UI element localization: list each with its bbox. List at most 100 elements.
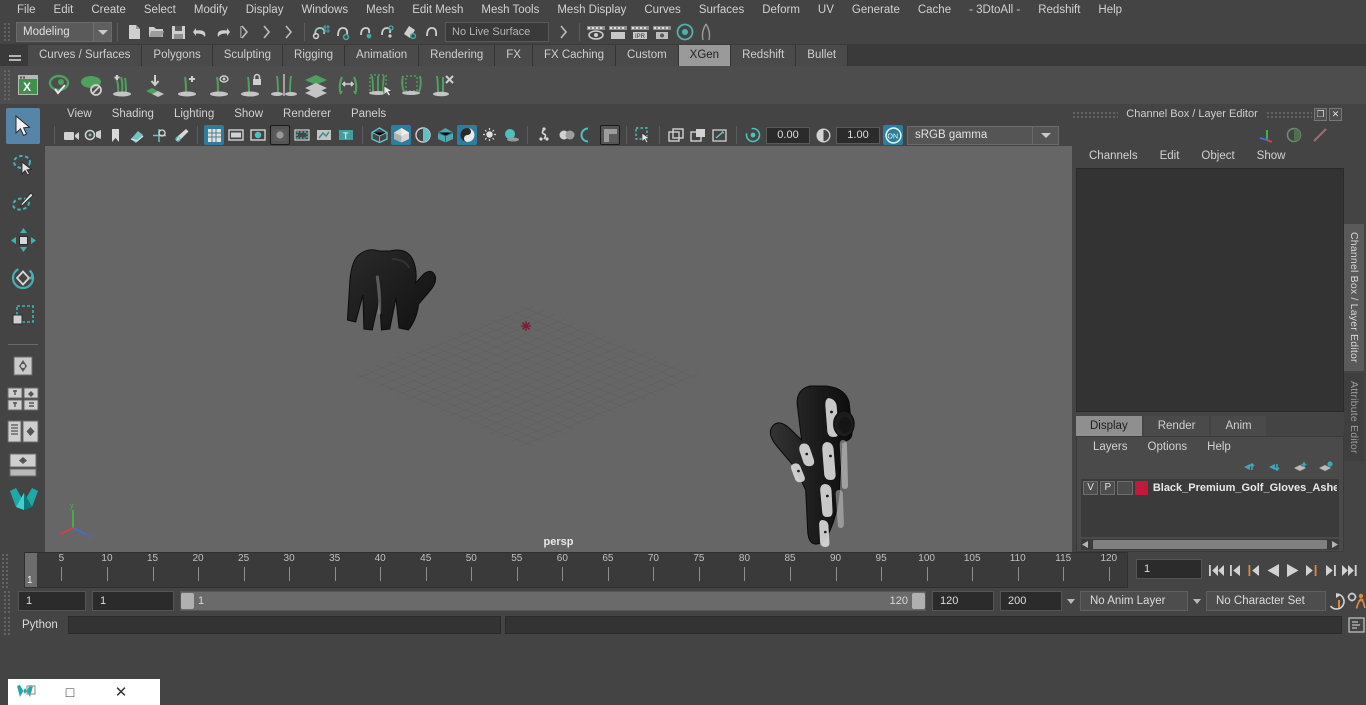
auto-keyframe-toggle-icon[interactable] xyxy=(1326,591,1346,611)
film-gate-icon[interactable] xyxy=(226,125,246,145)
shelf-tab-bullet[interactable]: Bullet xyxy=(796,45,849,66)
mirror-guide-icon[interactable] xyxy=(268,68,300,102)
layer-name-label[interactable]: Black_Premium_Golf_Gloves_Asher_00 xyxy=(1153,482,1337,494)
snap-to-view-plane-icon[interactable] xyxy=(399,22,419,42)
menu-windows[interactable]: Windows xyxy=(292,0,357,20)
snap-grid-toggle-button[interactable] xyxy=(6,351,40,381)
viewport-menu-show[interactable]: Show xyxy=(224,108,273,120)
shading-sphere-icon[interactable] xyxy=(1286,127,1302,143)
isolate-select-icon[interactable] xyxy=(633,125,653,145)
character-set-selector[interactable]: No Character Set xyxy=(1206,591,1326,611)
scale-tool-button[interactable] xyxy=(6,298,40,334)
snap-to-projected-center-icon[interactable] xyxy=(377,22,397,42)
viewport-menu-renderer[interactable]: Renderer xyxy=(273,108,341,120)
edit-menu[interactable]: Edit xyxy=(1149,150,1191,162)
command-output-field[interactable] xyxy=(505,616,1343,634)
selection-mask-arrow-icon[interactable] xyxy=(553,22,573,42)
range-slider-grip[interactable] xyxy=(2,589,12,613)
viewport-menu-panels[interactable]: Panels xyxy=(341,108,396,120)
menu-redshift[interactable]: Redshift xyxy=(1029,0,1089,20)
use-all-lights-icon[interactable] xyxy=(479,125,499,145)
animation-end-time-field[interactable]: 200 xyxy=(1000,591,1062,611)
toggle-texture-two-icon[interactable] xyxy=(688,125,708,145)
show-hide-editors-icon[interactable] xyxy=(586,22,606,42)
motion-blur-icon[interactable] xyxy=(556,125,576,145)
range-slider-left-handle[interactable] xyxy=(181,593,194,609)
scroll-right-icon[interactable] xyxy=(1330,540,1339,549)
snap-to-curve-icon[interactable] xyxy=(333,22,353,42)
depth-of-field-icon[interactable] xyxy=(600,125,620,145)
script-editor-icon[interactable] xyxy=(1346,615,1366,635)
create-new-layer-icon[interactable] xyxy=(1293,461,1308,473)
smooth-shade-all-icon[interactable] xyxy=(391,125,411,145)
persp-layout-button[interactable] xyxy=(6,450,40,480)
menu-cache[interactable]: Cache xyxy=(909,0,960,20)
menu-mesh[interactable]: Mesh xyxy=(357,0,403,20)
layer-shading-toggle[interactable] xyxy=(1117,480,1133,495)
xgen-editor-icon[interactable]: X xyxy=(12,68,44,102)
viewport-menu-view[interactable]: View xyxy=(57,108,102,120)
select-region-icon[interactable] xyxy=(364,68,396,102)
select-camera-icon[interactable] xyxy=(61,125,81,145)
range-end-time-field[interactable]: 120 xyxy=(932,591,994,611)
layers-icon[interactable] xyxy=(300,68,332,102)
layers-menu[interactable]: Layers xyxy=(1083,441,1138,453)
go-to-start-button[interactable] xyxy=(1208,559,1225,581)
film-gate-mask-icon[interactable] xyxy=(292,125,312,145)
selection-mask-hierarchy-icon[interactable] xyxy=(234,22,254,42)
options-menu[interactable]: Options xyxy=(1138,441,1198,453)
menu-file[interactable]: File xyxy=(8,0,45,20)
paint-select-tool-button[interactable] xyxy=(6,184,40,220)
menu-deform[interactable]: Deform xyxy=(753,0,809,20)
character-set-chevron-icon[interactable] xyxy=(1188,591,1206,611)
toggle-texture-one-icon[interactable] xyxy=(666,125,686,145)
command-input-field[interactable] xyxy=(67,616,502,634)
shelf-tab-rigging[interactable]: Rigging xyxy=(283,45,346,66)
import-collection-icon[interactable] xyxy=(140,68,172,102)
image-plane-icon[interactable] xyxy=(127,125,147,145)
status-line-grip[interactable] xyxy=(2,21,12,43)
move-layer-up-icon[interactable] xyxy=(1243,461,1258,473)
scroll-left-icon[interactable] xyxy=(1081,540,1090,549)
panel-restore-icon[interactable]: ❐ xyxy=(1314,107,1327,121)
anim-layer-selector[interactable]: No Anim Layer xyxy=(1080,591,1188,611)
shelf-tab-animation[interactable]: Animation xyxy=(345,45,420,66)
gate-mask-icon[interactable] xyxy=(270,125,290,145)
mask-region-icon[interactable] xyxy=(396,68,428,102)
grid-toggle-icon[interactable] xyxy=(204,125,224,145)
close-window-button[interactable]: ✕ xyxy=(96,679,146,705)
menu-mesh-tools[interactable]: Mesh Tools xyxy=(472,0,548,20)
gamma-field[interactable]: 1.00 xyxy=(836,126,880,144)
menu-help[interactable]: Help xyxy=(1089,0,1131,20)
animation-preferences-icon[interactable] xyxy=(1346,591,1366,611)
render-view-icon[interactable] xyxy=(608,22,628,42)
shadows-icon[interactable] xyxy=(501,125,521,145)
grease-pencil-icon[interactable] xyxy=(171,125,191,145)
axis-marker-icon[interactable] xyxy=(1258,127,1276,143)
channel-box-content[interactable] xyxy=(1076,168,1344,412)
ao-screen-space-icon[interactable] xyxy=(534,125,554,145)
layer-color-swatch[interactable] xyxy=(1134,480,1148,495)
anti-alias-icon[interactable] xyxy=(578,125,598,145)
menu-select[interactable]: Select xyxy=(135,0,185,20)
shelf-tab-rendering[interactable]: Rendering xyxy=(419,45,496,66)
chevron-down-icon[interactable] xyxy=(93,23,111,41)
time-slider[interactable]: 1 5 10 15 20 25 30 35 40 45 50 55 60 65 70 75 80 85 90 95 1… xyxy=(24,552,1128,588)
shelf-grip[interactable] xyxy=(2,68,12,102)
scrollbar-thumb[interactable] xyxy=(1093,540,1327,549)
snap-to-point-icon[interactable] xyxy=(355,22,375,42)
create-layer-from-selection-icon[interactable] xyxy=(1318,461,1333,473)
resolution-gate-icon[interactable] xyxy=(248,125,268,145)
layer-horizontal-scrollbar[interactable] xyxy=(1081,539,1339,550)
menu-3dtoall[interactable]: - 3DtoAll - xyxy=(960,0,1029,20)
exposure-picker-icon[interactable] xyxy=(710,125,730,145)
use-default-material-icon[interactable] xyxy=(435,125,455,145)
layer-list[interactable]: V P Black_Premium_Golf_Gloves_Asher_00 xyxy=(1081,479,1339,537)
render-settings-icon[interactable] xyxy=(652,22,672,42)
persp-viewport[interactable]: y z x persp xyxy=(45,146,1072,552)
command-line-grip[interactable] xyxy=(2,615,12,635)
new-scene-icon[interactable] xyxy=(124,22,144,42)
shelf-menu-icon[interactable] xyxy=(2,46,28,66)
shelf-tab-polygons[interactable]: Polygons xyxy=(142,45,213,66)
text-display-icon[interactable]: T xyxy=(336,125,356,145)
